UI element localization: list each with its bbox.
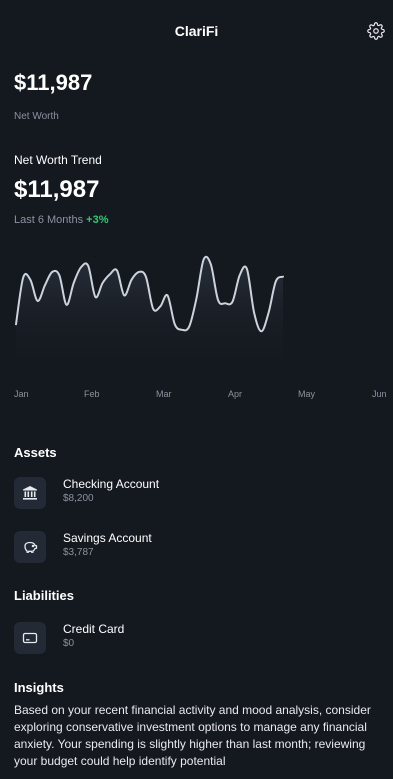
app-bar: ClariFi bbox=[0, 0, 393, 62]
credit-card-icon-tile bbox=[14, 622, 46, 654]
account-checking[interactable]: Checking Account $8,200 bbox=[14, 475, 379, 511]
account-amount: $0 bbox=[63, 638, 75, 649]
account-name: Savings Account bbox=[63, 531, 152, 545]
account-amount: $8,200 bbox=[63, 493, 94, 504]
gear-icon bbox=[367, 22, 385, 40]
x-axis-label-feb: Feb bbox=[84, 389, 100, 399]
liabilities-title: Liabilities bbox=[14, 588, 74, 603]
credit-card-icon bbox=[22, 632, 38, 644]
x-axis-label-jan: Jan bbox=[14, 389, 29, 399]
trend-area-fill bbox=[16, 256, 283, 380]
app-title: ClariFi bbox=[174, 23, 219, 39]
assets-title: Assets bbox=[14, 445, 57, 460]
trend-period-label: Last 6 Months bbox=[14, 214, 84, 226]
liability-credit-card[interactable]: Credit Card $0 bbox=[14, 620, 379, 656]
trend-period: Last 6 Months +3% bbox=[14, 214, 108, 226]
x-axis-label-may: May bbox=[298, 389, 316, 399]
insights-text: Based on your recent financial activity … bbox=[14, 703, 371, 768]
insights-title: Insights bbox=[14, 680, 64, 695]
x-axis-label-apr: Apr bbox=[228, 389, 243, 399]
chart-x-axis: Jan Feb Mar Apr May Jun bbox=[0, 389, 393, 401]
account-name: Checking Account bbox=[63, 477, 160, 491]
bank-icon bbox=[23, 486, 37, 500]
x-axis-label-jun: Jun bbox=[372, 389, 387, 399]
piggy-bank-icon bbox=[24, 541, 38, 553]
x-axis-label-mar: Mar bbox=[156, 389, 172, 399]
net-worth-trend-chart bbox=[15, 255, 284, 380]
net-worth-label: Net Worth bbox=[14, 111, 59, 122]
trend-value: $11,987 bbox=[14, 176, 100, 203]
bank-icon-tile bbox=[14, 477, 46, 509]
trend-title: Net Worth Trend bbox=[14, 153, 102, 167]
account-amount: $3,787 bbox=[63, 547, 94, 558]
trend-change: +3% bbox=[86, 214, 109, 226]
account-name: Credit Card bbox=[63, 622, 125, 636]
account-savings[interactable]: Savings Account $3,787 bbox=[14, 529, 379, 565]
net-worth-value: $11,987 bbox=[14, 70, 93, 95]
settings-button[interactable] bbox=[367, 22, 385, 40]
piggy-bank-icon-tile bbox=[14, 531, 46, 563]
